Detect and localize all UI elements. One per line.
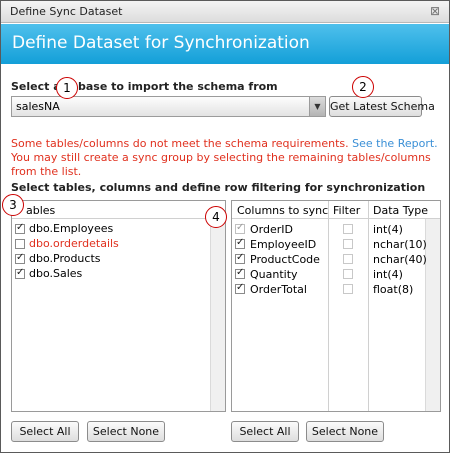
table-checkbox[interactable] (15, 252, 25, 264)
dropdown-arrow-icon[interactable]: ▼ (309, 97, 325, 116)
tables-header-label: ables (26, 204, 56, 217)
table-checkbox[interactable] (15, 222, 25, 234)
column-checkbox (235, 222, 245, 234)
section-label: Select tables, columns and define row fi… (11, 181, 426, 194)
filter-checkbox[interactable] (343, 254, 353, 264)
schema-warning: Some tables/columns do not meet the sche… (11, 137, 439, 179)
column-row[interactable]: EmployeeID nchar(10) (232, 237, 427, 252)
column-name: EmployeeID (250, 238, 317, 251)
filter-checkbox[interactable] (343, 239, 353, 249)
warning-text-start: Some tables/columns do not meet the sche… (11, 137, 349, 150)
column-checkbox[interactable] (235, 282, 245, 294)
column-data-type: int(4) (373, 268, 403, 281)
columns-header-label: Columns to sync (237, 204, 329, 217)
column-data-type: nchar(10) (373, 238, 427, 251)
column-name: OrderTotal (250, 283, 307, 296)
columns-select-none-button[interactable]: Select None (306, 421, 384, 442)
callout-marker-2: 2 (352, 76, 374, 98)
tables-select-all-button[interactable]: Select All (11, 421, 79, 442)
database-label-start: Select a (11, 80, 61, 93)
table-name: dbo.Employees (29, 222, 114, 235)
window-title: Define Sync Dataset (10, 5, 123, 18)
columns-scrollbar[interactable] (425, 219, 440, 411)
database-selected-value: salesNA (16, 100, 60, 113)
column-name: ProductCode (250, 253, 320, 266)
table-row[interactable]: dbo.Employees (15, 222, 113, 237)
column-name: OrderID (250, 223, 293, 236)
tables-select-none-button[interactable]: Select None (87, 421, 165, 442)
columns-select-all-button[interactable]: Select All (231, 421, 299, 442)
callout-marker-3: 3 (2, 194, 24, 216)
database-combobox[interactable]: salesNA ▼ (11, 96, 326, 117)
get-latest-schema-button[interactable]: Get Latest Schema (329, 96, 435, 117)
table-checkbox[interactable] (15, 267, 25, 279)
column-row[interactable]: ProductCode nchar(40) (232, 252, 427, 267)
tables-panel-header: ables (12, 201, 225, 219)
table-checkbox[interactable] (15, 239, 25, 249)
filter-checkbox[interactable] (343, 224, 353, 234)
filter-checkbox[interactable] (343, 269, 353, 279)
data-type-header-label: Data Type (373, 204, 429, 217)
dialog-heading: Define Dataset for Synchronization (12, 33, 310, 53)
column-row[interactable]: OrderTotal float(8) (232, 282, 424, 297)
column-row[interactable]: OrderID int(4) (232, 222, 424, 237)
column-row[interactable]: Quantity int(4) (232, 267, 424, 282)
callout-marker-4: 4 (205, 206, 227, 228)
column-data-type: nchar(40) (373, 253, 427, 266)
table-name: dbo.Products (29, 252, 101, 265)
column-checkbox[interactable] (235, 252, 245, 264)
column-checkbox[interactable] (235, 267, 245, 279)
column-data-type: int(4) (373, 223, 403, 236)
table-row[interactable]: dbo.orderdetails (15, 237, 119, 252)
filter-checkbox[interactable] (343, 284, 353, 294)
table-name: dbo.Sales (29, 267, 83, 280)
column-data-type: float(8) (373, 283, 414, 296)
warning-text-end: You may still create a sync group by sel… (11, 151, 431, 178)
close-icon[interactable]: ⊠ (430, 4, 440, 18)
database-label-end: base to import the schema from (78, 80, 278, 93)
table-row[interactable]: dbo.Products (15, 252, 101, 267)
filter-header-label: Filter (333, 204, 361, 217)
title-bar: Define Sync Dataset ⊠ (1, 1, 449, 23)
callout-marker-1: 1 (56, 77, 78, 99)
table-name: dbo.orderdetails (29, 237, 119, 250)
column-name: Quantity (250, 268, 298, 281)
column-checkbox[interactable] (235, 237, 245, 249)
table-row[interactable]: dbo.Sales (15, 267, 82, 282)
dialog-header: Define Dataset for Synchronization (1, 24, 449, 64)
tables-scrollbar[interactable] (210, 219, 225, 411)
columns-panel: Columns to sync Filter Data Type OrderID… (231, 200, 441, 412)
tables-panel: ables dbo.Employees dbo.orderdetails dbo.P… (11, 200, 226, 412)
columns-panel-header: Columns to sync Filter Data Type (232, 201, 440, 219)
see-report-link[interactable]: See the Report. (352, 137, 438, 150)
